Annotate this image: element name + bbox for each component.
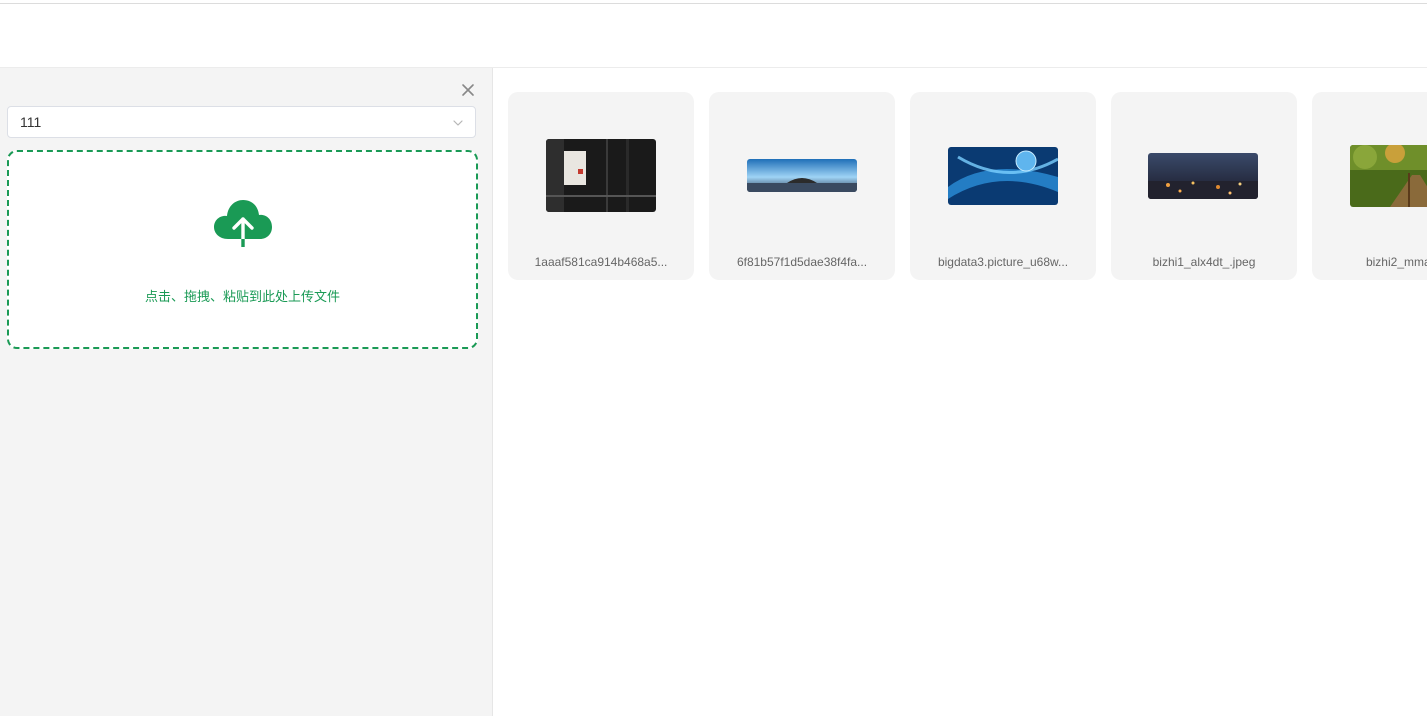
folder-select[interactable]: 111 <box>7 106 476 138</box>
chevron-down-icon <box>453 120 463 126</box>
file-thumbnail <box>546 139 656 212</box>
file-thumbnail <box>1350 145 1427 207</box>
header-bar <box>0 4 1427 68</box>
file-card[interactable]: bizhi1_alx4dt_.jpeg <box>1111 92 1297 280</box>
file-gallery: 1aaaf581ca914b468a5... 6f81b57f1d5dae38f… <box>508 92 1427 280</box>
cloud-upload-icon <box>214 200 272 249</box>
file-name: 1aaaf581ca914b468a5... <box>534 255 668 269</box>
file-thumbnail <box>948 147 1058 205</box>
file-card[interactable]: 6f81b57f1d5dae38f4fa... <box>709 92 895 280</box>
file-card[interactable]: bizhi2_mma78 <box>1312 92 1427 280</box>
file-card[interactable]: bigdata3.picture_u68w... <box>910 92 1096 280</box>
upload-dropzone[interactable]: 点击、拖拽、粘贴到此处上传文件 <box>7 150 478 349</box>
upload-hint: 点击、拖拽、粘贴到此处上传文件 <box>144 289 340 304</box>
close-icon <box>462 84 474 96</box>
file-card[interactable]: 1aaaf581ca914b468a5... <box>508 92 694 280</box>
folder-select-value: 111 <box>20 114 42 130</box>
file-name: bizhi1_alx4dt_.jpeg <box>1152 255 1256 269</box>
file-thumbnail <box>747 159 857 192</box>
file-thumbnail <box>1148 153 1258 199</box>
file-name: bigdata3.picture_u68w... <box>937 255 1069 269</box>
file-name: bizhi2_mma78 <box>1365 255 1427 269</box>
file-name: 6f81b57f1d5dae38f4fa... <box>736 255 868 269</box>
close-button[interactable] <box>459 81 477 99</box>
